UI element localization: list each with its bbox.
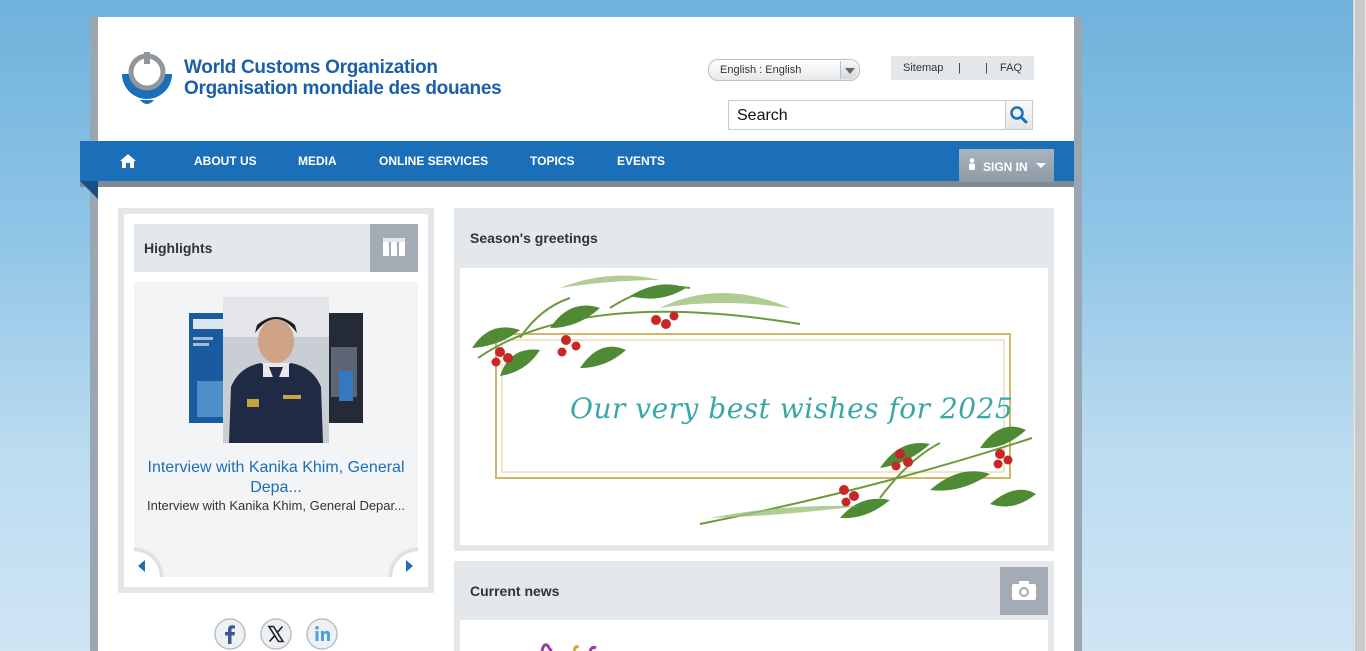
news-title: Current news [470, 583, 560, 599]
language-select-value: English : English [720, 64, 802, 76]
home-icon[interactable] [119, 153, 137, 169]
camera-icon [1000, 567, 1048, 615]
logo-text-fr: Organisation mondiale des douanes [184, 78, 502, 99]
person-icon [969, 158, 975, 170]
season-title: Season's greetings [470, 230, 598, 246]
page-shadow-right [1074, 17, 1082, 651]
nav-topics[interactable]: TOPICS [530, 154, 574, 168]
sign-in-label: SIGN IN [983, 160, 1028, 174]
highlights-title: Highlights [144, 240, 213, 256]
nav-online-services[interactable]: ONLINE SERVICES [379, 154, 488, 168]
scrollbar-thumb[interactable] [1355, 0, 1365, 651]
wco-emblem-icon [122, 52, 172, 104]
top-links-separator: | [985, 62, 988, 74]
top-links: Sitemap | | FAQ [891, 56, 1034, 80]
search-icon [1010, 106, 1028, 124]
search-input[interactable] [737, 107, 997, 125]
page-shadow-left [90, 17, 98, 651]
logo-text-en: World Customs Organization [184, 57, 438, 78]
nav-media[interactable]: MEDIA [298, 154, 337, 168]
highlight-image[interactable] [189, 297, 365, 443]
page-scrollbar[interactable] [1353, 0, 1366, 651]
top-links-separator: | [958, 62, 961, 74]
season-message: Our very best wishes for 2025 [570, 392, 1014, 425]
sitemap-link[interactable]: Sitemap [903, 62, 943, 74]
caret-down-icon [1036, 163, 1046, 168]
search-box [728, 100, 1006, 130]
search-button[interactable] [1005, 100, 1033, 130]
highlight-link[interactable]: Interview with Kanika Khim, General Depa… [140, 458, 412, 498]
grid-icon [370, 224, 418, 272]
x-icon[interactable] [260, 618, 292, 650]
nav-fold [80, 181, 98, 199]
wco-logo[interactable]: World Customs Organization Organisation … [118, 52, 502, 110]
nav-underline [80, 181, 1074, 187]
language-select[interactable]: English : English [708, 59, 860, 81]
sign-in-button[interactable]: SIGN IN [959, 149, 1054, 182]
news-card[interactable] [460, 620, 1048, 651]
chevron-down-icon[interactable] [840, 61, 858, 79]
linkedin-icon[interactable] [306, 618, 338, 650]
nav-about-us[interactable]: ABOUT US [194, 154, 257, 168]
news-image [540, 643, 597, 651]
highlight-subtitle: Interview with Kanika Khim, General Depa… [147, 498, 405, 513]
nav-events[interactable]: EVENTS [617, 154, 665, 168]
faq-link[interactable]: FAQ [1000, 62, 1022, 74]
facebook-icon[interactable] [214, 618, 246, 650]
